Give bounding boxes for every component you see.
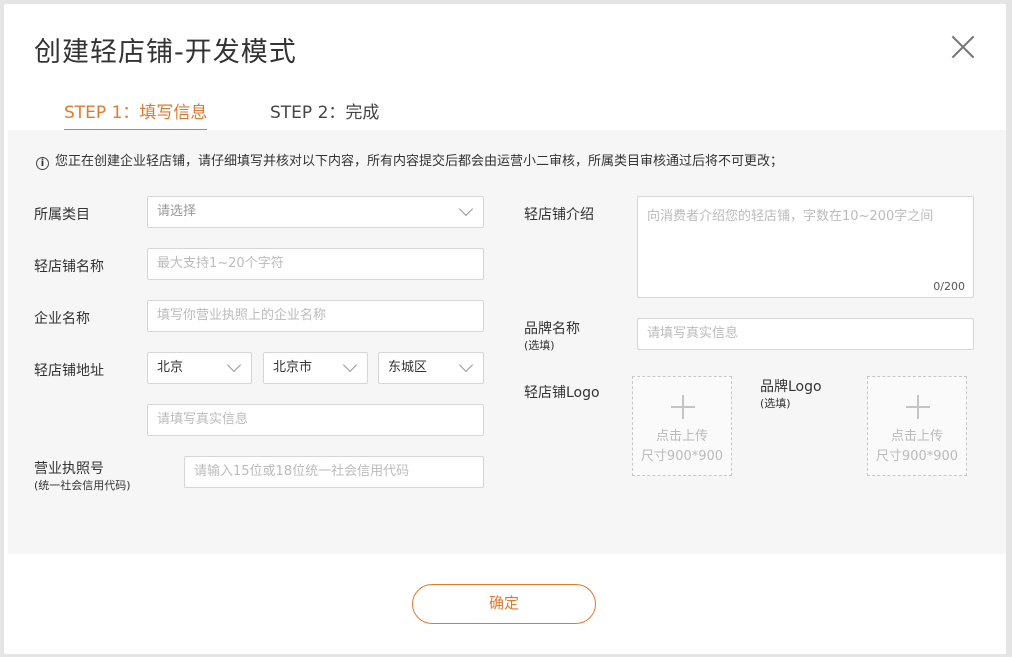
district-select[interactable]: 东城区 bbox=[378, 352, 484, 384]
address-detail-placeholder: 请填写真实信息 bbox=[157, 412, 249, 427]
shop-name-placeholder: 最大支持1~20个字符 bbox=[157, 256, 284, 271]
province-select[interactable]: 北京 bbox=[147, 352, 252, 384]
dialog-title: 创建轻店铺-开发模式 bbox=[34, 37, 297, 68]
intro-textarea[interactable]: 向消费者介绍您的轻店铺，字数在10~200字之间 0/200 bbox=[637, 196, 974, 298]
confirm-button[interactable]: 确定 bbox=[412, 584, 596, 624]
intro-label: 轻店铺介绍 bbox=[524, 207, 594, 223]
brand-name-sublabel: (选填) bbox=[524, 339, 555, 352]
create-shop-dialog: 创建轻店铺-开发模式 STEP 1：填写信息 STEP 2：完成 i 您正在创建企… bbox=[4, 4, 1006, 654]
company-name-label: 企业名称 bbox=[34, 311, 90, 327]
brand-logo-label: 品牌Logo bbox=[760, 379, 822, 395]
notice-text: i 您正在创建企业轻店铺，请仔细填写并核对以下内容，所有内容提交后都会由运营小二审… bbox=[36, 150, 783, 170]
shop-logo-label: 轻店铺Logo bbox=[524, 385, 600, 401]
district-value: 东城区 bbox=[388, 360, 428, 375]
shop-name-input[interactable]: 最大支持1~20个字符 bbox=[147, 248, 484, 280]
address-detail-input[interactable]: 请填写真实信息 bbox=[147, 404, 484, 436]
license-sublabel: (统一社会信用代码) bbox=[34, 479, 131, 492]
company-name-placeholder: 填写你营业执照上的企业名称 bbox=[157, 308, 327, 323]
step-1-tab: STEP 1：填写信息 bbox=[64, 98, 208, 131]
upload-text: 点击上传 bbox=[655, 429, 708, 444]
chevron-down-icon bbox=[459, 361, 473, 375]
category-value: 请选择 bbox=[157, 204, 197, 219]
chevron-down-icon bbox=[459, 205, 473, 219]
plus-icon bbox=[906, 395, 930, 419]
chevron-down-icon bbox=[227, 361, 241, 375]
city-value: 北京市 bbox=[273, 360, 313, 375]
upload-text: 点击上传 bbox=[890, 429, 943, 444]
shop-logo-upload[interactable]: 点击上传 尺寸900*900 bbox=[632, 376, 732, 476]
province-value: 北京 bbox=[157, 360, 184, 375]
shop-name-label: 轻店铺名称 bbox=[34, 259, 104, 275]
brand-logo-sublabel: (选填) bbox=[760, 397, 791, 410]
notice-message: 您正在创建企业轻店铺，请仔细填写并核对以下内容，所有内容提交后都会由运营小二审核… bbox=[55, 154, 784, 169]
license-label: 营业执照号 bbox=[34, 461, 104, 477]
license-input[interactable]: 请输入15位或18位统一社会信用代码 bbox=[184, 456, 484, 488]
plus-icon bbox=[671, 395, 695, 419]
category-select[interactable]: 请选择 bbox=[147, 196, 484, 228]
brand-logo-upload[interactable]: 点击上传 尺寸900*900 bbox=[867, 376, 967, 476]
company-name-input[interactable]: 填写你营业执照上的企业名称 bbox=[147, 300, 484, 332]
upload-size-text: 尺寸900*900 bbox=[640, 449, 724, 464]
close-icon[interactable] bbox=[950, 34, 976, 60]
address-label: 轻店铺地址 bbox=[34, 363, 104, 379]
upload-size-text: 尺寸900*900 bbox=[875, 449, 959, 464]
category-label: 所属类目 bbox=[34, 207, 90, 223]
license-placeholder: 请输入15位或18位统一社会信用代码 bbox=[194, 464, 410, 479]
brand-name-input[interactable]: 请填写真实信息 bbox=[637, 318, 974, 350]
brand-name-placeholder: 请填写真实信息 bbox=[647, 326, 739, 341]
step-2-tab: STEP 2：完成 bbox=[270, 103, 380, 123]
city-select[interactable]: 北京市 bbox=[263, 352, 368, 384]
brand-name-label: 品牌名称 bbox=[524, 321, 580, 337]
info-icon: i bbox=[36, 157, 49, 170]
intro-placeholder: 向消费者介绍您的轻店铺，字数在10~200字之间 bbox=[647, 209, 934, 224]
chevron-down-icon bbox=[343, 361, 357, 375]
form-panel: i 您正在创建企业轻店铺，请仔细填写并核对以下内容，所有内容提交后都会由运营小二审… bbox=[8, 130, 1006, 554]
intro-char-counter: 0/200 bbox=[933, 280, 965, 293]
